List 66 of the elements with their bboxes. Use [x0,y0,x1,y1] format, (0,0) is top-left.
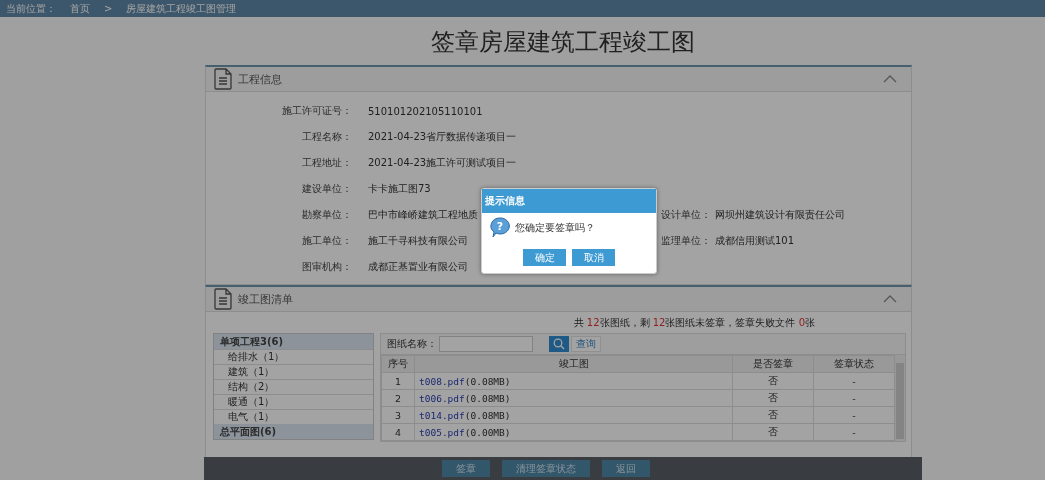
field-value: 510101202105110101 [368,105,484,117]
action-button[interactable]: 签章 [442,460,490,477]
column-header: 竣工图 [414,355,733,373]
dialog-button[interactable]: 取消 [572,249,615,266]
section-title: 工程信息 [238,71,282,87]
dialog-title: 提示信息 [482,189,656,213]
table-cell: - [813,423,895,441]
search-label: 图纸名称： [387,337,437,351]
table-cell: 否 [732,372,814,390]
field-value: 施工千寻科技有限公司 [368,234,469,248]
field-label: 施工许可证号： [281,104,352,118]
field-value: 网坝州建筑设计有限责任公司 [715,208,845,222]
field-label: 勘察单位： [301,208,352,222]
breadcrumb-link[interactable]: 首页 [70,1,90,16]
field-label: 监理单位： [661,234,712,248]
sidebar-item[interactable]: 给排水（1） [214,349,373,364]
column-header: 是否签章 [732,355,814,373]
table-cell: 2 [381,389,415,407]
dialog-button[interactable]: 确定 [523,249,566,266]
table-cell: 1 [381,372,415,390]
breadcrumb-separator: > [104,3,113,14]
file-size: (0.00MB) [464,426,511,438]
file-size: (0.08MB) [464,392,511,404]
file-link[interactable]: t014.pdf [419,409,465,421]
column-header: 序号 [381,355,415,373]
table-cell: 否 [732,406,814,424]
file-size: (0.08MB) [464,409,511,421]
table-cell: - [813,406,895,424]
sidebar-item[interactable]: 结构（2） [214,379,373,394]
field-value: 2021-04-23省厅数据传递项目一 [368,130,518,144]
dialog-message: 您确定要签章吗？ [515,220,595,235]
table-cell: 否 [732,389,814,407]
section-title: 竣工图清单 [238,291,293,307]
field-value: 2021-04-23施工许可测试项目一 [368,156,518,170]
file-link[interactable]: t008.pdf [419,375,465,387]
file-link[interactable]: t005.pdf [419,426,465,438]
sidebar-group[interactable]: 单项工程3(6) [214,334,373,349]
table-cell: - [813,389,895,407]
action-button[interactable]: 返回 [602,460,650,477]
sidebar-item[interactable]: 暖通（1） [214,394,373,409]
field-value: 成都信用测试101 [715,234,795,248]
field-label: 图审机构： [301,260,352,274]
field-label: 工程名称： [301,130,352,144]
file-link[interactable]: t006.pdf [419,392,465,404]
breadcrumb-label: 当前位置： [6,1,56,16]
sidebar-item[interactable]: 建筑（1） [214,364,373,379]
field-label: 施工单位： [301,234,352,248]
summary-text: 共 12张图纸，剩 12张图纸未签章，签章失败文件 0张 [573,317,815,328]
column-header: 签章状态 [813,355,895,373]
field-label: 建设单位： [301,182,352,196]
breadcrumb-link[interactable]: 房屋建筑工程竣工图管理 [126,1,237,16]
field-value: 卡卡施工图73 [368,182,432,196]
field-label: 设计单位： [661,208,712,222]
table-cell: 否 [732,423,814,441]
table-cell: - [813,372,895,390]
field-value: 巴中市峰峤建筑工程地质 [368,208,479,222]
sidebar-group[interactable]: 总平面图(6) [214,424,373,439]
field-value: 成都正基置业有限公司 [368,260,469,274]
page-title: 签章房屋建筑工程竣工图 [429,27,696,58]
file-size: (0.08MB) [464,375,511,387]
question-icon: ? [490,217,510,238]
table-cell: 4 [381,423,415,441]
table-cell: 3 [381,406,415,424]
field-label: 工程地址： [301,156,352,170]
action-button[interactable]: 清理签章状态 [502,460,590,477]
query-button[interactable]: 查询 [571,336,601,352]
